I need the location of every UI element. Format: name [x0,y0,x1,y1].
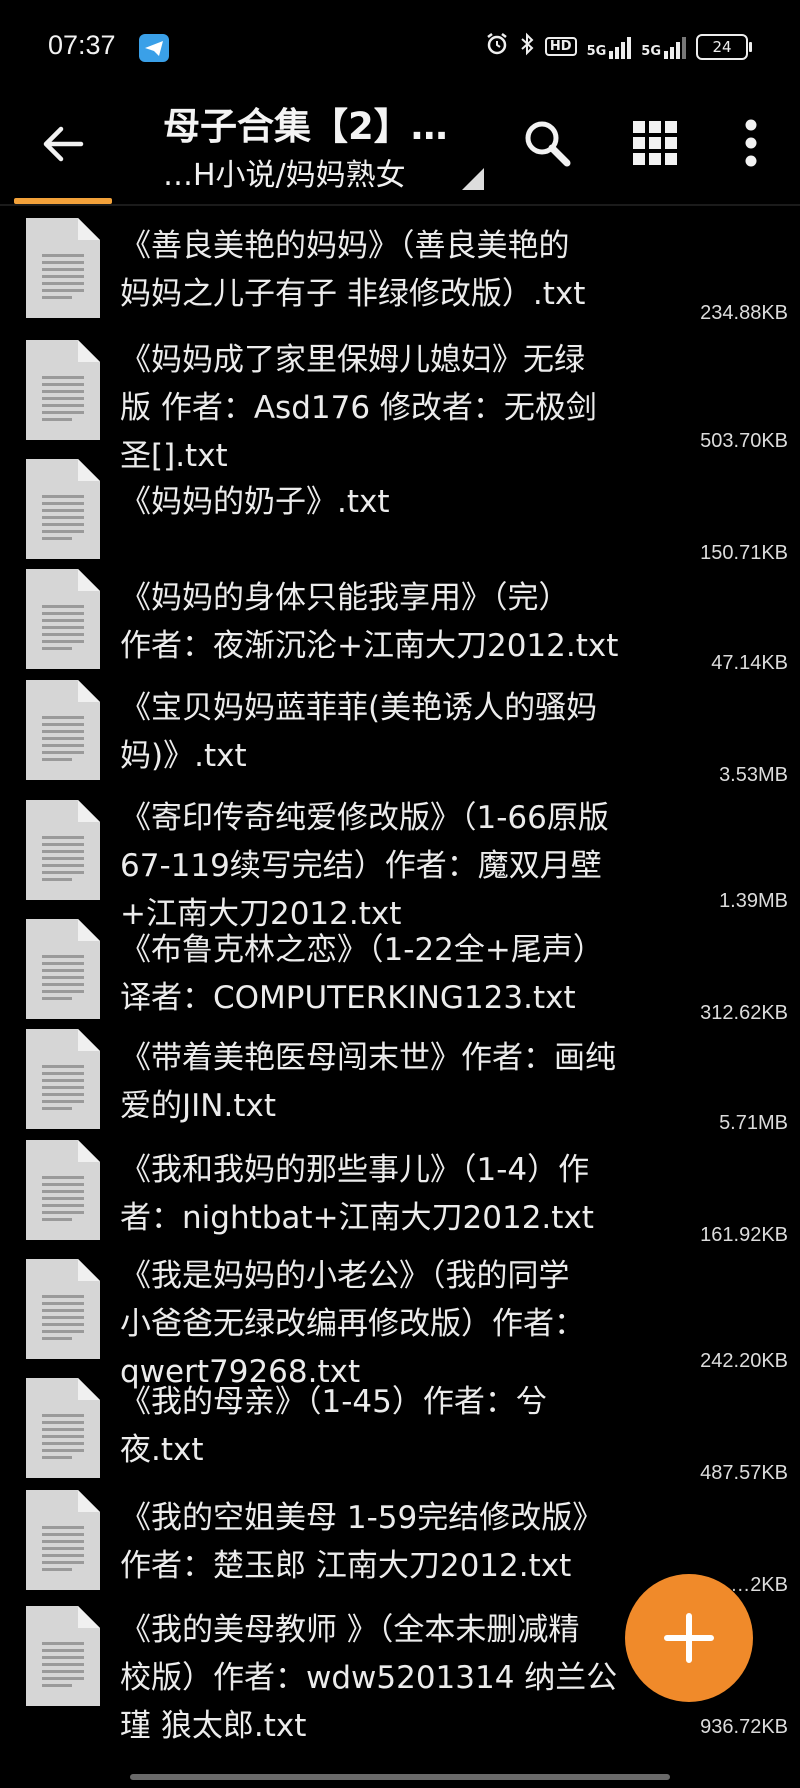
add-fab-button[interactable] [625,1574,753,1702]
text-file-icon [26,1490,100,1590]
text-file-icon [26,569,100,669]
search-button[interactable] [512,108,582,178]
more-options-button[interactable] [716,108,786,178]
file-size: 503.70KB [700,430,788,452]
text-file-icon [26,919,100,1019]
network-type-2: 5G [641,43,661,59]
folder-path[interactable]: …H小说/妈妈熟女 [163,150,406,194]
file-list-item[interactable]: 《我是妈妈的小老公》（我的同学 小爸爸无绿改编再修改版）作者： qwert792… [0,1246,800,1390]
file-size: 312.62KB [700,1002,788,1024]
file-name: 《我和我妈的那些事儿》（1-4）作 者：nightbat+江南大刀2012.tx… [120,1152,594,1236]
back-button[interactable] [30,111,96,177]
text-file-icon [26,1029,100,1129]
file-list-item[interactable]: 《宝贝妈妈蓝菲菲(美艳诱人的骚妈 妈)》.txt 3.53MB [0,674,800,786]
file-list-item[interactable]: 《我和我妈的那些事儿》（1-4）作 者：nightbat+江南大刀2012.tx… [0,1134,800,1246]
bottom-fade [0,1740,800,1788]
text-file-icon [26,800,100,900]
signal-5g-icon-1: 5G [587,35,632,59]
grid-view-button[interactable] [620,108,690,178]
network-type-1: 5G [586,43,607,59]
arrow-left-icon [43,126,84,162]
file-name: 《布鲁克林之恋》（1-22全+尾声） 译者：COMPUTERKING123.tx… [120,932,604,1016]
file-name: 《妈妈的奶子》.txt [120,484,390,520]
file-list-item[interactable]: 《妈妈的身体只能我享用》（完） 作者：夜渐沉沦+江南大刀2012.txt 47.1… [0,564,800,674]
file-list-item[interactable]: 《带着美艳医母闯末世》作者：画纯 爱的JIN.txt 5.71MB [0,1024,800,1134]
file-name: 《我的美母教师 》（全本未删减精 校版）作者：wdw5201314 纳兰公 瑾 … [120,1612,618,1744]
file-size: 3.53MB [719,764,788,786]
file-name: 《宝贝妈妈蓝菲菲(美艳诱人的骚妈 妈)》.txt [120,690,598,774]
file-size: 234.88KB [700,302,788,324]
toolbar-divider [0,204,800,206]
text-file-icon [26,1378,100,1478]
grid-view-icon [633,121,677,165]
text-file-icon [26,1259,100,1359]
toolbar: 母子合集【2】… …H小说/妈妈熟女 [0,96,800,202]
file-size: 487.57KB [700,1462,788,1484]
file-list-item[interactable]: 《我的母亲》（1-45）作者：兮 夜.txt 487.57KB [0,1372,800,1484]
file-size: 47.14KB [711,652,788,674]
signal-5g-icon-2: 5G [641,35,686,59]
file-name: 《我的空姐美母 1-59完结修改版》 作者：楚玉郎 江南大刀2012.txt [120,1500,604,1584]
plus-icon [664,1613,714,1663]
hd-badge: HD [544,37,577,56]
text-file-icon [26,459,100,559]
alarm-icon [485,32,509,61]
text-file-icon [26,680,100,780]
file-size: …2KB [730,1574,788,1596]
more-vert-icon [745,119,757,167]
text-file-icon [26,1606,100,1706]
status-icons: HD 5G 5G 24 [485,32,752,61]
folder-title: 母子合集【2】… [163,105,448,148]
file-list-item[interactable]: 《妈妈的奶子》.txt 150.71KB [0,454,800,564]
file-size: 150.71KB [700,542,788,564]
dropdown-triangle-icon[interactable] [462,168,484,190]
file-size: 1.39MB [719,890,788,912]
text-file-icon [26,1140,100,1240]
search-icon [525,121,571,167]
file-name: 《妈妈的身体只能我享用》（完） 作者：夜渐沉沦+江南大刀2012.txt [120,580,619,664]
file-size: 936.72KB [700,1716,788,1738]
file-size: 161.92KB [700,1224,788,1246]
file-size: 5.71MB [719,1112,788,1134]
file-name: 《带着美艳医母闯末世》作者：画纯 爱的JIN.txt [120,1040,616,1124]
file-list-item[interactable]: 《妈妈成了家里保姆儿媳妇》无绿 版 作者：Asd176 修改者：无极剑 圣[].… [0,326,800,474]
file-name: 《我的母亲》（1-45）作者：兮 夜.txt [120,1384,547,1468]
bluetooth-icon [519,32,535,61]
telegram-icon [139,34,169,62]
status-bar: 07:37 HD 5G 5G 24 [0,0,800,96]
file-size: 242.20KB [700,1350,788,1372]
file-list-item[interactable]: 《寄印传奇纯爱修改版》（1-66原版 67-119续写完结）作者：魔双月壁 +江… [0,786,800,932]
file-name: 《善良美艳的妈妈》（善良美艳的 妈妈之儿子有子 非绿修改版）.txt [120,228,586,312]
gesture-navigation-bar[interactable] [130,1774,670,1780]
text-file-icon [26,218,100,318]
status-time: 07:37 [48,30,116,60]
battery-icon: 24 [696,33,752,60]
text-file-icon [26,340,100,440]
file-list-item[interactable]: 《布鲁克林之恋》（1-22全+尾声） 译者：COMPUTERKING123.tx… [0,914,800,1024]
file-list-item[interactable]: 《善良美艳的妈妈》（善良美艳的 妈妈之儿子有子 非绿修改版）.txt 234.88… [0,210,800,326]
